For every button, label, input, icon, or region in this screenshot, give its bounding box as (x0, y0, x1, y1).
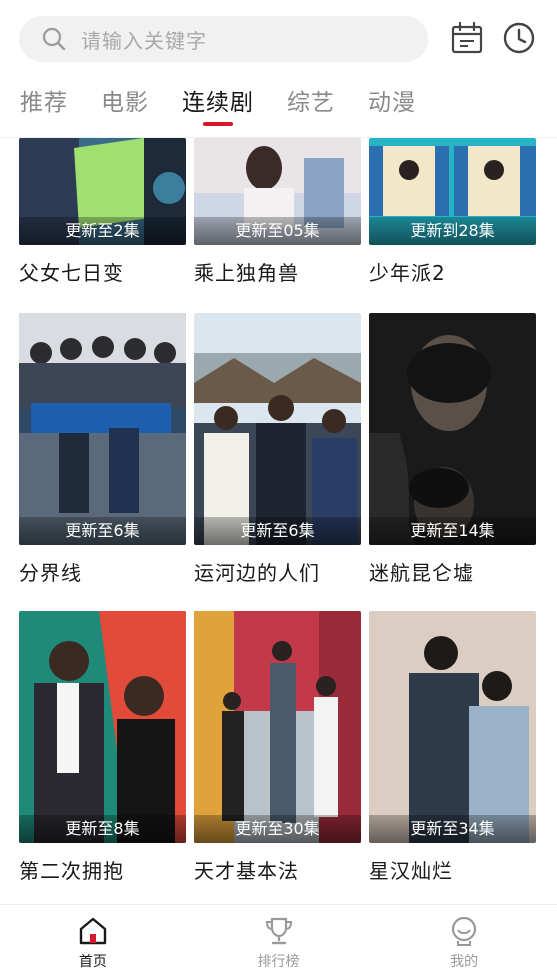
show-poster[interactable]: 更新到28集 (369, 138, 536, 245)
show-title[interactable]: 天才基本法 (194, 855, 361, 885)
show-poster[interactable]: 更新至6集 (19, 313, 186, 545)
search-bar[interactable]: 请输入关键字 (19, 16, 428, 62)
show-poster[interactable]: 更新至05集 (194, 138, 361, 245)
update-badge: 更新至8集 (19, 815, 186, 843)
update-badge: 更新至14集 (369, 517, 536, 545)
show-card[interactable]: 更新到28集 少年派2 (369, 138, 536, 287)
show-poster[interactable]: 更新至14集 (369, 313, 536, 545)
show-card[interactable]: 更新至2集 父女七日变 (19, 138, 186, 287)
nav-profile[interactable]: 我的 (371, 905, 557, 976)
nav-ranking[interactable]: 排行榜 (186, 905, 372, 976)
update-badge: 更新至6集 (194, 517, 361, 545)
nav-home-label: 首页 (78, 954, 107, 970)
update-badge: 更新至30集 (194, 815, 361, 843)
show-poster[interactable]: 更新至34集 (369, 611, 536, 843)
poster-image (369, 313, 536, 545)
show-poster[interactable]: 更新至6集 (194, 313, 361, 545)
show-card[interactable]: 更新至14集 迷航昆仑墟 (369, 313, 536, 587)
show-title[interactable]: 运河边的人们 (194, 557, 361, 587)
poster-image (194, 611, 361, 843)
tab-tv-series[interactable]: 连续剧 (182, 86, 254, 126)
show-title[interactable]: 少年派2 (369, 257, 536, 287)
update-badge: 更新至2集 (19, 217, 186, 245)
profile-icon (452, 916, 477, 946)
nav-profile-label: 我的 (450, 954, 479, 970)
update-badge: 更新至6集 (19, 517, 186, 545)
nav-ranking-label: 排行榜 (257, 954, 300, 970)
nav-home[interactable]: 首页 (0, 905, 186, 976)
home-icon (79, 917, 107, 945)
show-card[interactable]: 更新至6集 运河边的人们 (194, 313, 361, 587)
show-title[interactable]: 第二次拥抱 (19, 855, 186, 885)
tab-movie[interactable]: 电影 (101, 86, 149, 126)
show-poster[interactable]: 更新至2集 (19, 138, 186, 245)
calendar-icon[interactable] (450, 21, 484, 55)
show-card[interactable]: 更新至30集 天才基本法 (194, 611, 361, 885)
poster-image (19, 611, 186, 843)
show-title[interactable]: 乘上独角兽 (194, 257, 361, 287)
top-header: 请输入关键字 推荐 电影 连续剧 综艺 动漫 (0, 0, 557, 138)
show-poster[interactable]: 更新至8集 (19, 611, 186, 843)
show-card[interactable]: 更新至34集 星汉灿烂 (369, 611, 536, 885)
show-title[interactable]: 迷航昆仑墟 (369, 557, 536, 587)
show-title[interactable]: 星汉灿烂 (369, 855, 536, 885)
update-badge: 更新到28集 (369, 217, 536, 245)
poster-image (369, 611, 536, 843)
tab-variety[interactable]: 综艺 (287, 86, 335, 126)
update-badge: 更新至05集 (194, 217, 361, 245)
search-placeholder[interactable]: 请输入关键字 (81, 25, 207, 54)
show-card[interactable]: 更新至6集 分界线 (19, 313, 186, 587)
show-title[interactable]: 父女七日变 (19, 257, 186, 287)
show-card[interactable]: 更新至8集 第二次拥抱 (19, 611, 186, 885)
update-badge: 更新至34集 (369, 815, 536, 843)
show-title[interactable]: 分界线 (19, 557, 186, 587)
poster-image (19, 313, 186, 545)
bottom-nav: 首页 排行榜 我的 (0, 904, 557, 976)
search-icon (42, 27, 66, 51)
category-tabs: 推荐 电影 连续剧 综艺 动漫 (20, 86, 449, 126)
show-card[interactable]: 更新至05集 乘上独角兽 (194, 138, 361, 287)
trophy-icon (265, 917, 292, 945)
tab-anime[interactable]: 动漫 (368, 86, 416, 126)
tab-recommend[interactable]: 推荐 (20, 86, 68, 126)
show-poster[interactable]: 更新至30集 (194, 611, 361, 843)
clock-icon[interactable] (502, 21, 536, 55)
poster-image (194, 313, 361, 545)
